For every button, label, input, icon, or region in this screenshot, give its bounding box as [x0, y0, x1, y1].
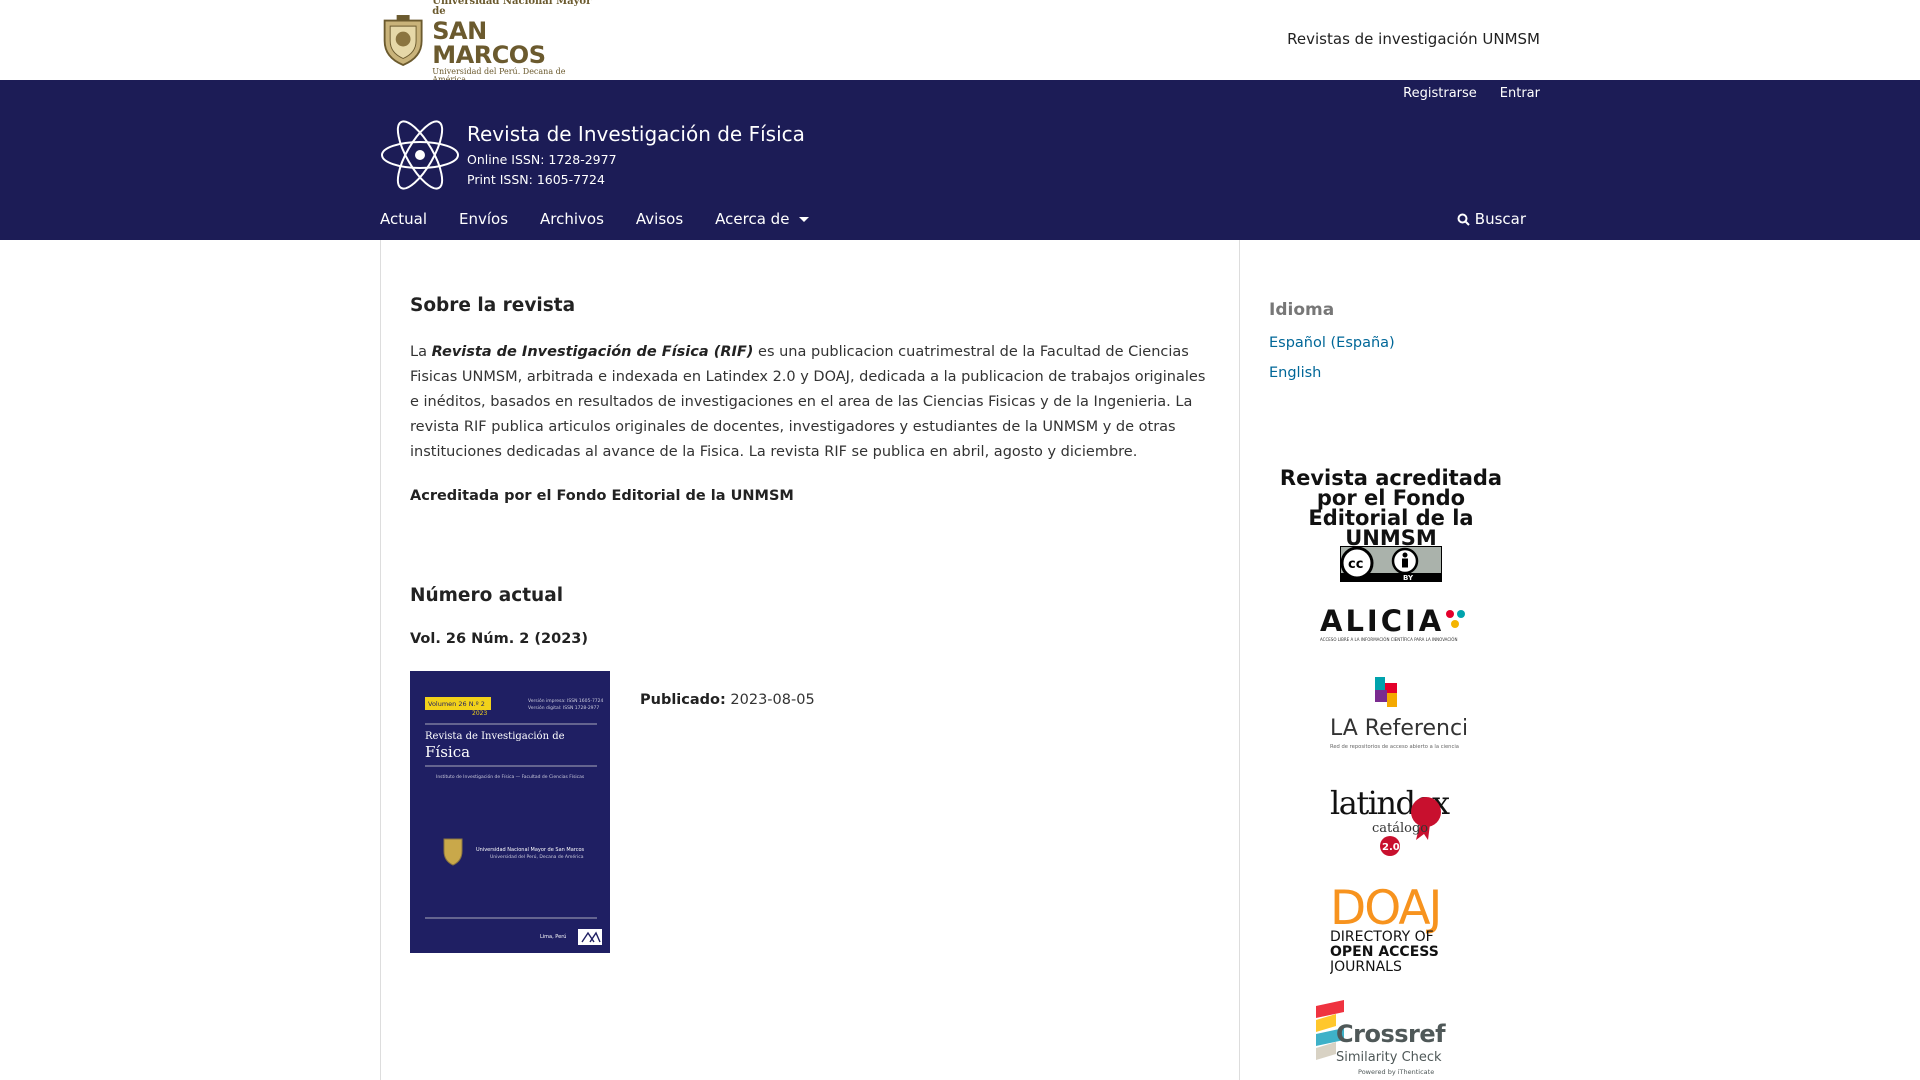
cover-issn-online: Versión digital: ISSN 1728-2977 — [528, 704, 599, 711]
accredited-note: Acreditada por el Fondo Editorial de la … — [410, 488, 794, 504]
cover-title-main: Física — [425, 743, 470, 761]
cover-university-line1: Universidad Nacional Mayor de San Marcos — [476, 847, 585, 853]
cover-issn-print: Versión impresa: ISSN 1605-7724 — [528, 697, 604, 704]
issn-online: Online ISSN: 1728-2977 — [467, 152, 617, 167]
university-bar: Universidad Nacional Mayor de SAN MARCOS… — [0, 0, 1920, 83]
alicia-logo[interactable]: ALICIA ACCESO LIBRE A LA INFORMACIÓN CIE… — [1318, 605, 1466, 645]
cover-graphic: Volumen 26 N.º 2 2023 Versión impresa: I… — [410, 671, 610, 953]
latindex-logo[interactable]: latindex catálogo 2.0 — [1328, 778, 1458, 858]
nav-submissions[interactable]: Envíos — [459, 210, 508, 228]
caret-down-icon — [799, 216, 810, 222]
doaj-logo[interactable]: DOAJ DIRECTORY OF OPEN ACCESS JOURNALS — [1330, 880, 1454, 980]
la-referencia-tagline: Red de repositorios de acceso abierto a … — [1330, 744, 1459, 750]
journal-title[interactable]: Revista de Investigación de Física — [467, 122, 805, 146]
cover-year: 2023 — [472, 710, 487, 717]
la-referencia-name: LA Referencia — [1330, 716, 1466, 741]
atom-logo-icon[interactable] — [380, 116, 460, 194]
cover-university-line2: Universidad del Perú, Decana de América — [490, 853, 584, 860]
language-english-link[interactable]: English — [1269, 365, 1321, 381]
university-seal-icon — [383, 15, 423, 66]
register-link[interactable]: Registrarse — [1403, 86, 1477, 101]
nav-current[interactable]: Actual — [380, 210, 427, 228]
nav-about-label: Acerca de — [715, 210, 790, 228]
university-name: Universidad Nacional Mayor de SAN MARCOS… — [432, 0, 595, 84]
doaj-line2: OPEN ACCESS — [1330, 944, 1439, 960]
nav-announcements[interactable]: Avisos — [636, 210, 683, 228]
journal-header: Registrarse Entrar Revista de Investigac… — [0, 80, 1920, 240]
issue-identification[interactable]: Vol. 26 Núm. 2 (2023) — [410, 631, 588, 647]
main-nav: Actual Envíos Archivos Avisos Acerca de — [380, 210, 841, 228]
main-content: Sobre la revista La Revista de Investiga… — [380, 240, 1240, 1080]
latindex-version: 2.0 — [1382, 842, 1400, 853]
cc-by-label: BY — [1403, 574, 1414, 582]
cover-place: Lima, Perú — [540, 933, 566, 940]
language-spanish-link[interactable]: Español (España) — [1269, 335, 1395, 351]
doaj-name: DOAJ — [1330, 881, 1440, 936]
journal-name-emphasis: Revista de Investigación de Física (RIF) — [431, 344, 754, 360]
about-text-pre: La — [410, 344, 432, 360]
doaj-line3: JOURNALS — [1330, 959, 1402, 975]
creative-commons-by-icon[interactable]: cc BY — [1340, 546, 1442, 582]
current-issue-heading: Número actual — [410, 585, 564, 606]
sidebar: Idioma Español (España) English Revista … — [1240, 240, 1540, 1080]
university-line2: SAN MARCOS — [432, 16, 546, 69]
login-link[interactable]: Entrar — [1500, 86, 1540, 101]
nav-about[interactable]: Acerca de — [715, 210, 810, 228]
about-text-post: es una publicacion cuatrimestral de la F… — [410, 344, 1206, 460]
published-date: Publicado: 2023-08-05 — [640, 692, 815, 708]
university-logo[interactable]: Universidad Nacional Mayor de SAN MARCOS… — [380, 0, 595, 83]
user-nav: Registrarse Entrar — [1403, 86, 1540, 101]
issue-cover-image[interactable]: Volumen 26 N.º 2 2023 Versión impresa: I… — [410, 671, 610, 953]
published-label: Publicado: — [640, 692, 726, 708]
doaj-line1: DIRECTORY OF — [1330, 929, 1434, 945]
accreditation-block: Revista acreditada por el Fondo Editoria… — [1279, 466, 1503, 550]
cover-institute: Instituto de Investigación de Física — F… — [436, 773, 585, 780]
la-referencia-logo[interactable]: LA Referencia Red de repositorios de acc… — [1318, 675, 1466, 755]
language-heading: Idioma — [1269, 300, 1335, 320]
about-description: La Revista de Investigación de Física (R… — [410, 340, 1210, 465]
cover-title-top: Revista de Investigación de — [425, 731, 565, 742]
alicia-tagline: ACCESO LIBRE A LA INFORMACIÓN CIENTÍFICA… — [1320, 637, 1457, 642]
cover-volume: Volumen 26 N.º 2 — [428, 700, 485, 708]
alicia-name: ALICIA — [1320, 605, 1444, 638]
search-icon — [1457, 213, 1470, 226]
university-line1: Universidad Nacional Mayor de — [432, 0, 592, 17]
latindex-sub: catálogo — [1372, 821, 1428, 836]
about-heading: Sobre la revista — [410, 295, 576, 316]
crossref-similarity-check-logo[interactable]: Crossref Similarity Check Powered by iTh… — [1314, 1000, 1470, 1078]
issn-print: Print ISSN: 1605-7724 — [467, 172, 605, 187]
published-value: 2023-08-05 — [730, 692, 815, 708]
svg-text:cc: cc — [1348, 557, 1363, 572]
nav-archives[interactable]: Archivos — [540, 210, 604, 228]
crossref-line2: Powered by iThenticate — [1358, 1068, 1434, 1076]
journals-portal-link[interactable]: Revistas de investigación UNMSM — [1287, 30, 1540, 48]
crossref-line1: Similarity Check — [1336, 1050, 1442, 1065]
search-link[interactable]: Buscar — [1457, 210, 1526, 228]
search-label: Buscar — [1474, 210, 1526, 228]
crossref-name: Crossref — [1336, 1020, 1446, 1048]
